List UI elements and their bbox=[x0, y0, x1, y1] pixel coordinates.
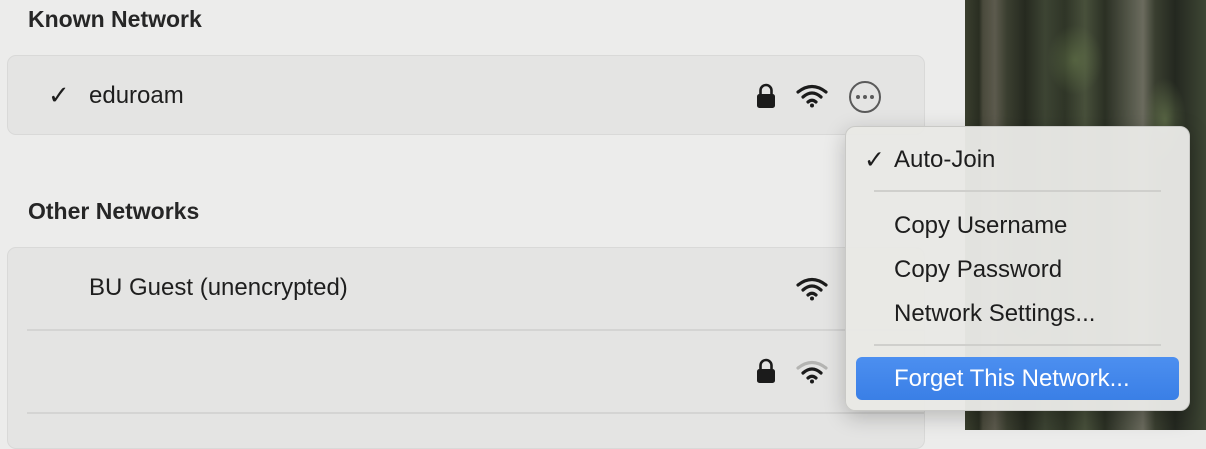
menu-item-copy-password[interactable]: Copy Password bbox=[856, 249, 1179, 289]
wifi-full-icon bbox=[796, 84, 828, 108]
wifi-full-icon bbox=[796, 277, 828, 301]
menu-separator bbox=[874, 344, 1161, 346]
lock-icon bbox=[757, 358, 775, 383]
menu-item-auto-join[interactable]: ✓ Auto-Join bbox=[856, 139, 1179, 179]
network-row-eduroam[interactable]: ✓ eduroam bbox=[8, 56, 924, 136]
network-name: eduroam bbox=[89, 82, 184, 109]
menu-item-copy-username[interactable]: Copy Username bbox=[856, 205, 1179, 245]
connected-checkmark: ✓ bbox=[48, 80, 70, 110]
known-network-group: ✓ eduroam bbox=[7, 55, 925, 135]
other-networks-heading: Other Networks bbox=[28, 198, 200, 224]
network-row-unnamed[interactable] bbox=[8, 331, 924, 411]
wifi-settings-pane: Known Network ✓ eduroam Other Networks B… bbox=[0, 0, 965, 449]
wifi-weak-icon bbox=[796, 360, 828, 384]
menu-item-label: Copy Password bbox=[894, 256, 1063, 283]
more-options-icon[interactable] bbox=[848, 80, 882, 114]
menu-item-forget-network[interactable]: Forget This Network... bbox=[856, 357, 1179, 400]
lock-icon bbox=[757, 83, 775, 108]
menu-separator bbox=[874, 190, 1161, 192]
menu-item-label: Network Settings... bbox=[894, 300, 1096, 327]
menu-item-label: Copy Username bbox=[894, 212, 1068, 239]
menu-item-network-settings[interactable]: Network Settings... bbox=[856, 293, 1179, 333]
other-networks-group: BU Guest (unencrypted) bbox=[7, 247, 925, 449]
network-row-bu-guest[interactable]: BU Guest (unencrypted) bbox=[8, 248, 924, 328]
network-name: BU Guest (unencrypted) bbox=[89, 274, 348, 301]
menu-item-label: Auto-Join bbox=[894, 146, 996, 173]
network-context-menu: ✓ Auto-Join Copy Username Copy Password … bbox=[845, 126, 1190, 411]
checkmark-icon: ✓ bbox=[864, 146, 885, 174]
row-divider bbox=[27, 412, 924, 414]
menu-item-label: Forget This Network... bbox=[894, 365, 1130, 392]
known-network-heading: Known Network bbox=[28, 6, 202, 32]
